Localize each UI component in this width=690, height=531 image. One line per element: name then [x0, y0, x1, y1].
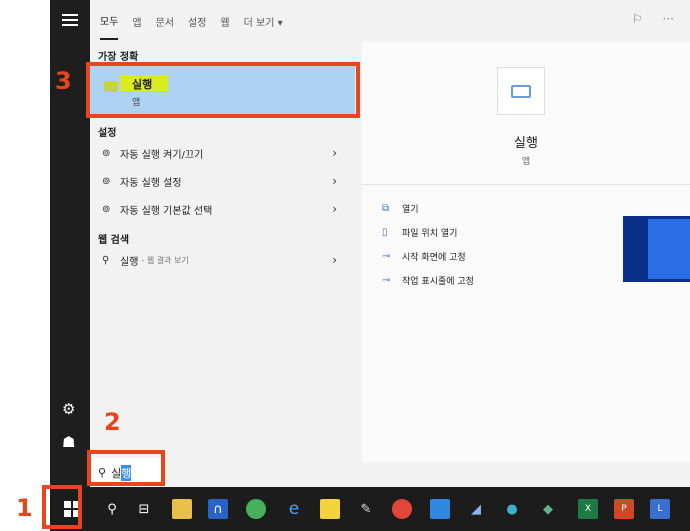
settings-item-autoplay-toggle[interactable]: ⊚ 자동 실행 켜기/끄기 ›: [90, 140, 355, 166]
action-label: 작업 표시줄에 고정: [402, 277, 474, 287]
hamburger-menu-icon[interactable]: [62, 14, 78, 26]
action-label: 시작 화면에 고정: [402, 253, 466, 263]
edge-browser-icon[interactable]: e: [284, 499, 304, 519]
tab-apps[interactable]: 앱: [132, 2, 141, 39]
settings-item-autoplay-defaults[interactable]: ⊚ 자동 실행 기본값 선택 ›: [90, 196, 355, 222]
chat-icon[interactable]: ◆: [538, 499, 558, 519]
excel-icon[interactable]: X: [578, 499, 598, 519]
user-account-icon[interactable]: ☗: [62, 433, 75, 451]
preview-title: 실행: [514, 136, 538, 151]
settings-icon: ⊚: [102, 203, 111, 215]
search-icon: ⚲: [102, 254, 110, 266]
chrome-browser-icon[interactable]: [392, 499, 412, 519]
settings-section-label: 설정: [98, 128, 117, 139]
annotation-box-start: [42, 485, 82, 529]
tab-settings[interactable]: 설정: [188, 2, 206, 39]
powerpoint-icon[interactable]: P: [614, 499, 634, 519]
feedback-icon[interactable]: ⚐: [632, 12, 643, 26]
action-label: 파일 위치 열기: [402, 229, 458, 239]
action-label: 열기: [402, 205, 419, 215]
action-pin-start[interactable]: ⊸ 시작 화면에 고정: [382, 250, 466, 263]
app-icon[interactable]: ●: [502, 499, 522, 519]
app-icon[interactable]: ∩: [208, 499, 228, 519]
action-pin-taskbar[interactable]: ⊸ 작업 표시줄에 고정: [382, 274, 474, 287]
settings-icon: ⊚: [102, 147, 111, 159]
more-options-icon[interactable]: ···: [663, 12, 674, 26]
file-icon: ▯: [382, 227, 388, 238]
annotation-box-search: [87, 450, 165, 486]
file-explorer-icon[interactable]: [172, 499, 192, 519]
settings-item-label: 자동 실행 설정: [120, 177, 182, 189]
chevron-right-icon: ›: [332, 253, 337, 267]
app-icon[interactable]: [430, 499, 450, 519]
settings-gear-icon[interactable]: ⚙: [62, 400, 75, 418]
annotation-box-result: [86, 62, 360, 118]
web-search-label: 웹 검색: [98, 235, 130, 246]
web-suffix: - 웹 결과 보기: [141, 255, 189, 265]
tab-all[interactable]: 모두: [100, 1, 119, 40]
task-view-icon[interactable]: ⊟: [134, 499, 154, 519]
taskbar: ⚲ ⊟ ∩ e ✎ ◢ ● ◆ X P L: [50, 487, 690, 531]
action-open[interactable]: ⧉ 열기: [382, 202, 419, 215]
web-search-item[interactable]: ⚲ 실행 - 웹 결과 보기 ›: [90, 247, 355, 273]
blue-window-fragment: [623, 216, 690, 282]
chevron-right-icon: ›: [332, 146, 337, 160]
pin-icon: ⊸: [382, 275, 391, 286]
paint-icon[interactable]: ✎: [356, 499, 376, 519]
pin-icon: ⊸: [382, 251, 391, 262]
settings-item-label: 자동 실행 기본값 선택: [120, 205, 213, 217]
action-open-file-location[interactable]: ▯ 파일 위치 열기: [382, 226, 457, 239]
search-tabs: 모두 앱 문서 설정 웹 더 보기 ▾: [90, 0, 690, 40]
settings-item-label: 자동 실행 켜기/끄기: [120, 149, 204, 161]
best-match-label: 가장 정확: [98, 52, 139, 63]
tab-web[interactable]: 웹: [220, 2, 229, 39]
tab-documents[interactable]: 문서: [156, 2, 174, 39]
open-icon: ⧉: [382, 203, 390, 214]
app-icon[interactable]: ◢: [466, 499, 486, 519]
tab-more[interactable]: 더 보기 ▾: [244, 2, 283, 39]
chevron-right-icon: ›: [332, 202, 337, 216]
settings-item-autoplay-settings[interactable]: ⊚ 자동 실행 설정 ›: [90, 168, 355, 194]
sticky-notes-icon[interactable]: [320, 499, 340, 519]
chevron-right-icon: ›: [332, 174, 337, 188]
app-icon[interactable]: L: [650, 499, 670, 519]
web-query: 실행: [120, 256, 139, 268]
settings-icon: ⊚: [102, 175, 111, 187]
annotation-number-2: 2: [104, 408, 121, 436]
messenger-icon[interactable]: [246, 499, 266, 519]
annotation-number-3: 3: [55, 67, 72, 95]
run-app-large-icon: [497, 67, 545, 115]
preview-subtitle: 앱: [521, 157, 531, 167]
divider: [362, 184, 690, 185]
annotation-number-1: 1: [16, 494, 33, 522]
search-icon[interactable]: ⚲: [102, 499, 122, 519]
tab-tools: ⚐ ···: [632, 12, 674, 26]
